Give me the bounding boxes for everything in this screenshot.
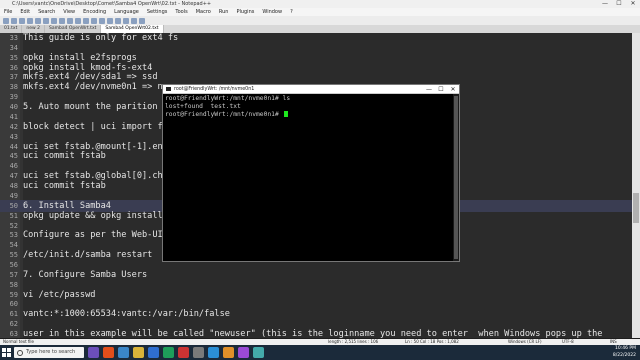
terminal-window[interactable]: root@FriendlyWrt: /mnt/nvme0n1 — ☐ ✕ roo…: [162, 84, 460, 262]
taskbar-app-icon[interactable]: [118, 347, 129, 358]
start-logo-tile: [2, 353, 6, 357]
close-button[interactable]: ✕: [626, 0, 640, 8]
taskbar-apps: [88, 347, 264, 358]
save-icon[interactable]: [19, 17, 25, 24]
open-file-icon[interactable]: [11, 17, 17, 24]
menu-view[interactable]: View: [59, 8, 79, 16]
tab-new-2[interactable]: new 2: [22, 25, 45, 33]
terminal-controls: — ☐ ✕: [423, 85, 459, 94]
undo-icon[interactable]: [75, 17, 81, 24]
line-text: user in this example will be called "new…: [23, 329, 603, 338]
terminal-titlebar[interactable]: root@FriendlyWrt: /mnt/nvme0n1 — ☐ ✕: [163, 85, 459, 94]
menu-window[interactable]: Window: [258, 8, 286, 16]
tab-samba4-openwrt02[interactable]: Samba4 OpenWrt02.txt: [101, 25, 164, 33]
tab-01-txt[interactable]: 01.txt: [0, 25, 23, 33]
terminal-title: root@FriendlyWrt: /mnt/nvme0n1: [174, 87, 255, 92]
search-placeholder: Type here to search: [26, 349, 76, 355]
menu-edit[interactable]: Edit: [16, 8, 34, 16]
zoom-out-icon[interactable]: [115, 17, 121, 24]
play-macro-icon[interactable]: [139, 17, 145, 24]
terminal-maximize-button[interactable]: ☐: [435, 85, 447, 94]
taskbar-app-icon[interactable]: [103, 347, 114, 358]
terminal-icon: [166, 87, 171, 91]
terminal-scrollbar[interactable]: [453, 94, 459, 261]
start-logo-tile: [7, 348, 11, 352]
menu-search[interactable]: Search: [34, 8, 59, 16]
clock-time[interactable]: 10:46 PM: [615, 346, 636, 351]
clock-date[interactable]: 8/22/2022: [613, 353, 636, 358]
terminal-prompt: root@FriendlyWrt:/mnt/nvme0n1#: [165, 110, 283, 118]
window-title: C:\Users\vantc\OneDrive\Desktop\Comet\Sa…: [12, 1, 212, 7]
start-logo-tile: [2, 348, 6, 352]
menu-tools[interactable]: Tools: [171, 8, 191, 16]
menu-language[interactable]: Language: [110, 8, 143, 16]
minimize-button[interactable]: —: [598, 0, 612, 8]
line-number: 63: [9, 330, 18, 338]
window-controls: — ☐ ✕: [598, 0, 640, 8]
terminal-line: root@FriendlyWrt:/mnt/nvme0n1# ls: [165, 95, 291, 102]
record-macro-icon[interactable]: [131, 17, 137, 24]
menu-settings[interactable]: Settings: [143, 8, 172, 16]
taskbar-app-icon[interactable]: [178, 347, 189, 358]
start-logo-tile: [7, 353, 11, 357]
taskbar-search[interactable]: Type here to search: [14, 347, 84, 358]
menu-help[interactable]: ?: [286, 8, 297, 16]
scrollbar-thumb[interactable]: [633, 193, 639, 223]
terminal-scrollbar-thumb[interactable]: [454, 96, 458, 259]
menu-plugins[interactable]: Plugins: [232, 8, 258, 16]
menu-file[interactable]: File: [0, 8, 16, 16]
replace-icon[interactable]: [99, 17, 105, 24]
redo-icon[interactable]: [83, 17, 89, 24]
terminal-close-button[interactable]: ✕: [447, 85, 459, 94]
taskbar-app-icon[interactable]: [148, 347, 159, 358]
taskbar-app-icon[interactable]: [133, 347, 144, 358]
terminal-line: lost+found test.txt: [165, 102, 241, 110]
close-file-icon[interactable]: [35, 17, 41, 24]
save-all-icon[interactable]: [27, 17, 33, 24]
taskbar-app-icon[interactable]: [208, 347, 219, 358]
document-tabs: 01.txt new 2 Samba4 OpenWrt.txt Samba4 O…: [0, 25, 640, 33]
zoom-in-icon[interactable]: [107, 17, 113, 24]
menu-bar: File Edit Search View Encoding Language …: [0, 8, 640, 16]
wrap-icon[interactable]: [123, 17, 129, 24]
taskbar-app-icon[interactable]: [163, 347, 174, 358]
terminal-output[interactable]: root@FriendlyWrt:/mnt/nvme0n1# ls lost+f…: [165, 95, 290, 118]
window-titlebar: C:\Users\vantc\OneDrive\Desktop\Comet\Sa…: [0, 0, 640, 8]
tab-samba4-openwrt[interactable]: Samba4 OpenWrt.txt: [44, 25, 102, 33]
maximize-button[interactable]: ☐: [612, 0, 626, 8]
copy-icon[interactable]: [59, 17, 65, 24]
menu-run[interactable]: Run: [215, 8, 233, 16]
search-icon: [17, 350, 23, 356]
taskbar-app-icon[interactable]: [223, 347, 234, 358]
windows-start-button[interactable]: [2, 348, 11, 357]
taskbar-app-icon[interactable]: [238, 347, 249, 358]
editor-line[interactable]: 63 user in this example will be called "n…: [0, 328, 640, 338]
cut-icon[interactable]: [51, 17, 57, 24]
terminal-cursor: [283, 110, 288, 117]
new-file-icon[interactable]: [3, 17, 9, 24]
vertical-scrollbar[interactable]: [632, 33, 640, 338]
find-icon[interactable]: [91, 17, 97, 24]
terminal-minimize-button[interactable]: —: [423, 85, 435, 94]
menu-macro[interactable]: Macro: [192, 8, 215, 16]
taskbar-app-icon[interactable]: [88, 347, 99, 358]
print-icon[interactable]: [43, 17, 49, 24]
menu-encoding[interactable]: Encoding: [79, 8, 110, 16]
taskbar: Type here to search 10:46 PM 8/22/2022: [0, 345, 640, 360]
paste-icon[interactable]: [67, 17, 73, 24]
taskbar-app-icon[interactable]: [193, 347, 204, 358]
toolbar: [0, 16, 640, 25]
taskbar-app-icon[interactable]: [253, 347, 264, 358]
